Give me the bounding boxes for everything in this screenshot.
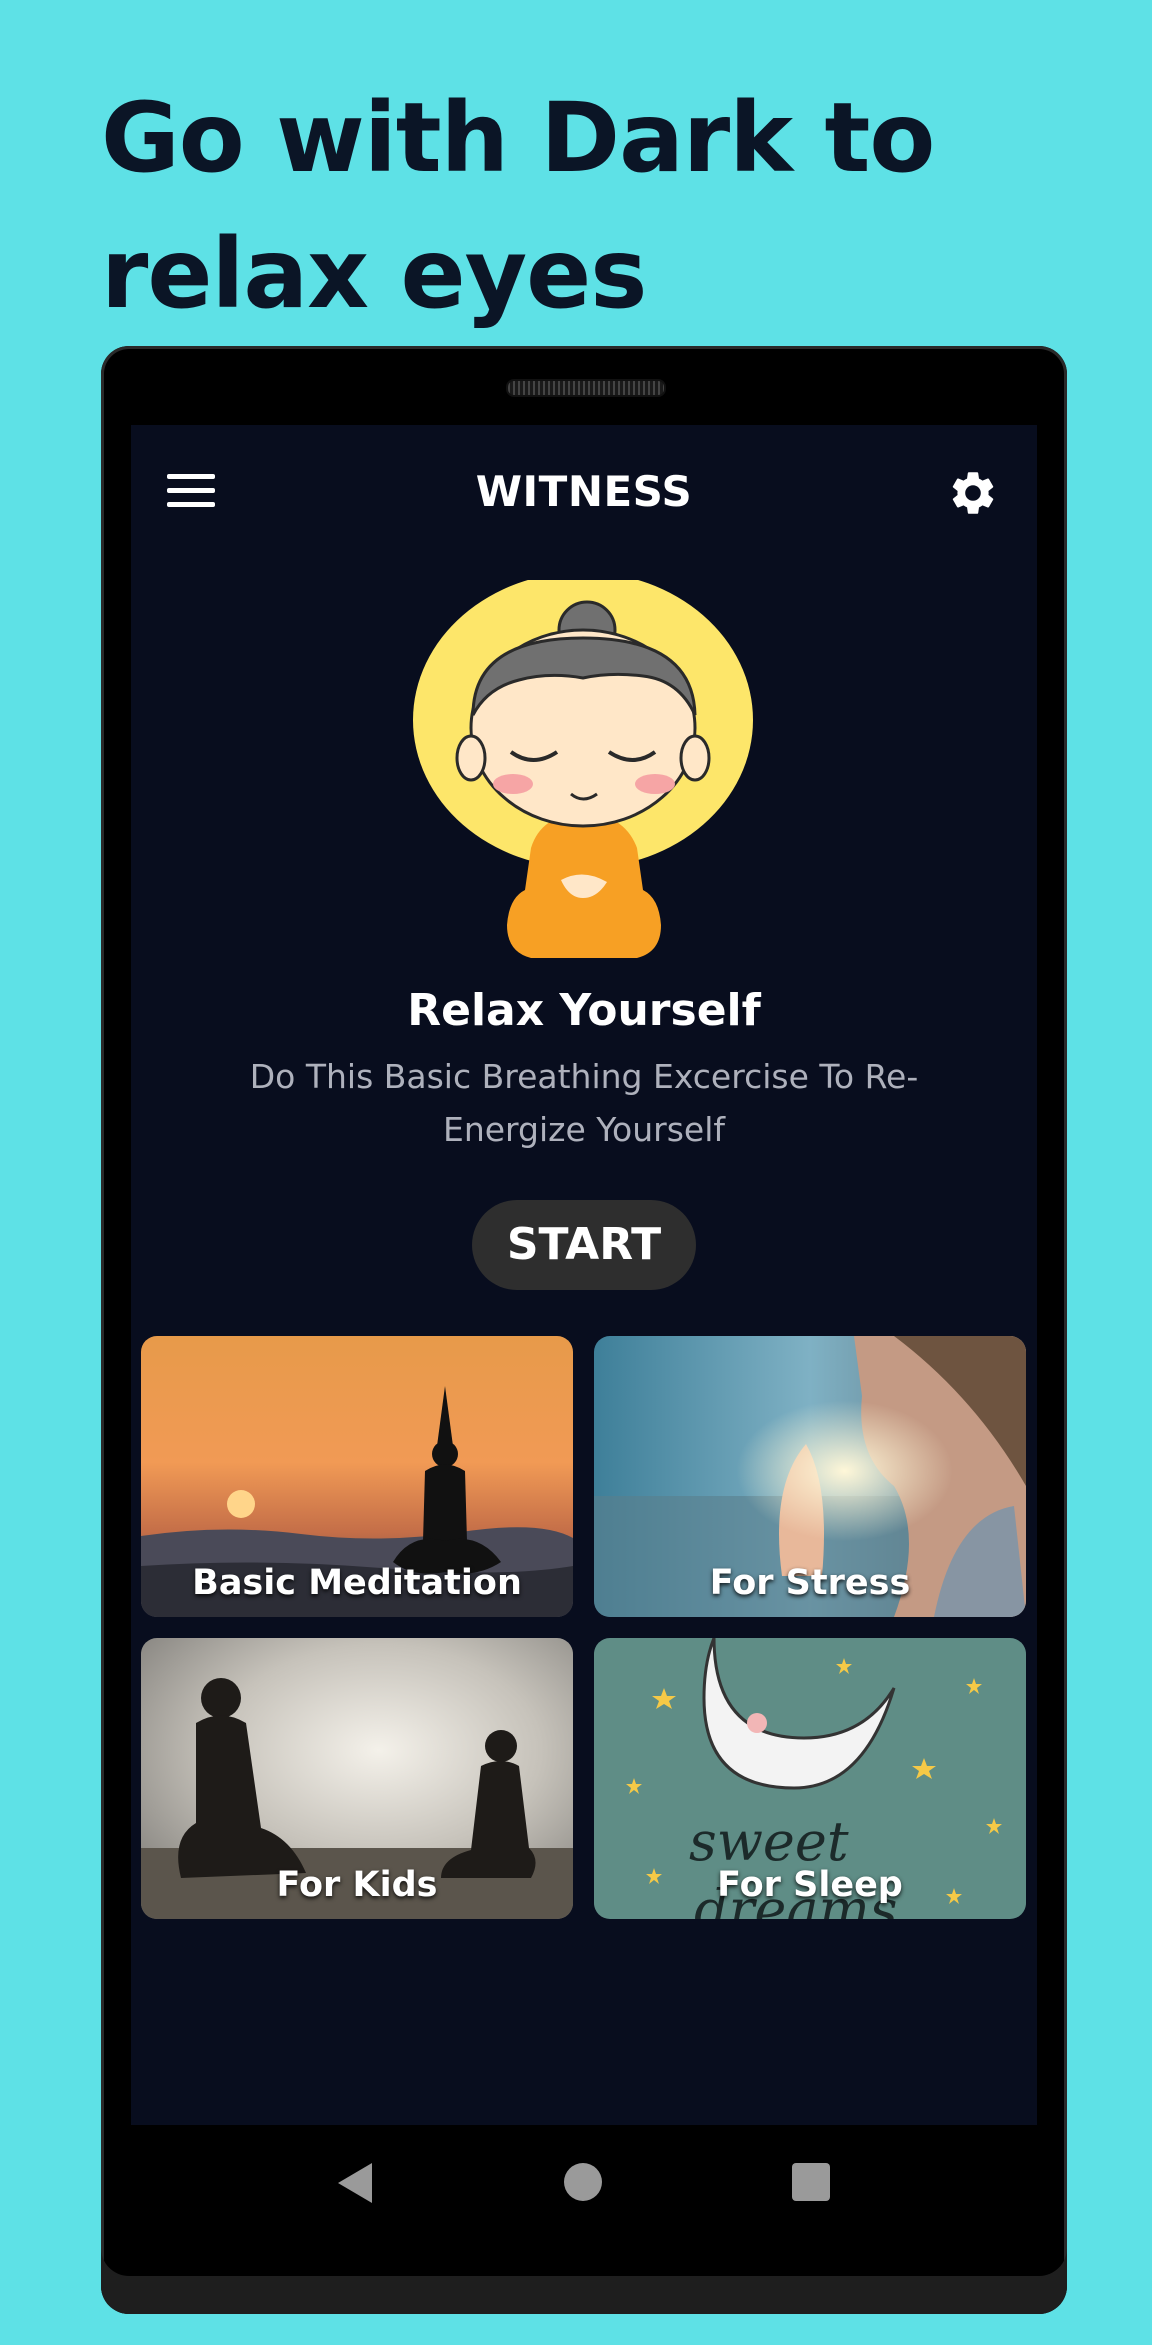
top-app-bar: WITNESS — [131, 425, 1037, 565]
card-for-sleep[interactable]: sweet dreams For Sleep — [594, 1638, 1026, 1919]
card-label: For Sleep — [717, 1865, 903, 1905]
start-button[interactable]: START — [472, 1200, 696, 1290]
gear-icon[interactable] — [947, 467, 999, 519]
meditating-monk-illustration — [413, 580, 753, 958]
back-icon[interactable] — [336, 2161, 374, 2205]
relax-subtitle: Do This Basic Breathing Excercise To Re-… — [249, 1057, 919, 1149]
relax-title: Relax Yourself — [407, 985, 761, 1036]
card-label: For Stress — [709, 1563, 911, 1603]
card-basic-meditation[interactable]: Basic Meditation — [141, 1336, 573, 1617]
home-icon[interactable] — [564, 2163, 602, 2201]
sweet-text: sweet — [689, 1810, 849, 1873]
card-label: Basic Meditation — [192, 1563, 522, 1603]
system-nav-bar — [131, 2125, 1037, 2238]
card-label: For Kids — [276, 1865, 438, 1905]
card-for-stress[interactable]: For Stress — [594, 1336, 1026, 1617]
phone-speaker — [506, 379, 666, 397]
promo-line-2: relax eyes — [101, 218, 647, 330]
recent-apps-icon[interactable] — [792, 2163, 830, 2201]
promo-headline: Go with Dark to relax eyes — [101, 70, 1061, 342]
promo-line-1: Go with Dark to — [101, 82, 935, 194]
app-title: WITNESS — [475, 467, 693, 516]
app-screen: WITNESS Relax Yourself Do This Basic Bre… — [131, 425, 1037, 2125]
phone-frame: WITNESS Relax Yourself Do This Basic Bre… — [101, 346, 1067, 2314]
card-for-kids[interactable]: For Kids — [141, 1638, 573, 1919]
